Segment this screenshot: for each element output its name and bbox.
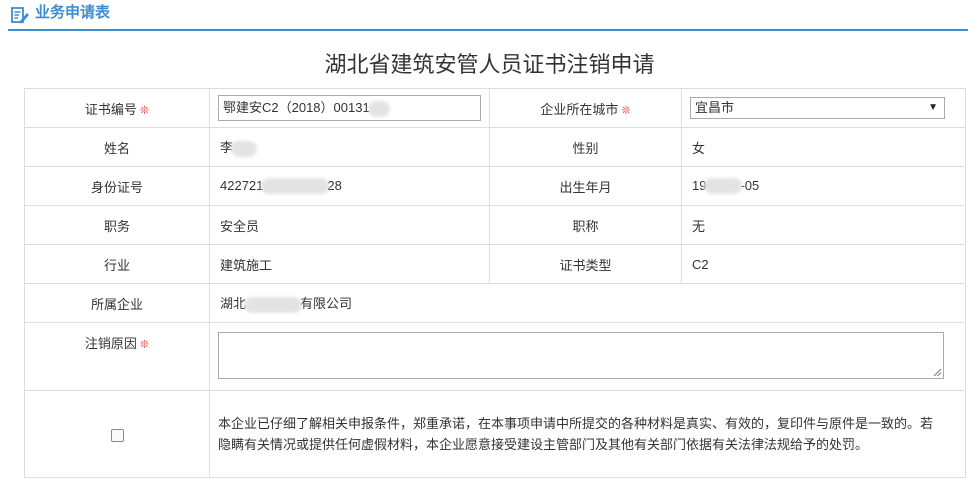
page-header: 业务申请表 — [8, 0, 968, 31]
form-row: 身份证号 422721 28 出生年月 19 -05 — [24, 166, 966, 206]
id-no-label: 身份证号 — [24, 166, 210, 206]
redacted-mask — [244, 296, 303, 313]
form-row: 所属企业 湖北 有限公司 — [24, 283, 966, 323]
name-value: 李 — [209, 127, 490, 167]
cert-type-label: 证书类型 — [489, 244, 682, 284]
company-value: 湖北 有限公司 — [209, 283, 966, 323]
id-no-value: 422721 28 — [209, 166, 490, 206]
gender-label: 性别 — [489, 127, 682, 167]
edit-form-icon — [11, 7, 29, 24]
title-value: 无 — [681, 205, 966, 245]
declaration-checkbox[interactable] — [110, 428, 124, 442]
gender-value: 女 — [681, 127, 966, 167]
resize-grip-icon[interactable] — [933, 368, 942, 377]
city-label: 企业所在城市 ❊ — [489, 88, 682, 128]
declaration-checkbox-cell — [24, 390, 210, 478]
form-row: 注销原因 ❊ — [24, 322, 966, 391]
city-select[interactable]: 宜昌市 ▼ — [690, 97, 945, 119]
form-row: 证书编号 ❊ 鄂建安C2（2018）00131 企业所在城市 ❊ 宜昌市 ▼ — [24, 88, 966, 128]
form-row: 行业 建筑施工 证书类型 C2 — [24, 244, 966, 284]
application-form: 证书编号 ❊ 鄂建安C2（2018）00131 企业所在城市 ❊ 宜昌市 ▼ 姓名 李… — [24, 88, 966, 478]
redacted-mask — [367, 100, 390, 117]
required-mark: ❊ — [139, 339, 150, 351]
cert-no-label: 证书编号 ❊ — [24, 88, 210, 128]
name-label: 姓名 — [24, 127, 210, 167]
reason-cell — [209, 322, 966, 391]
position-label: 职务 — [24, 205, 210, 245]
declaration-text: 本企业已仔细了解相关申报条件，郑重承诺，在本事项申请中所提交的各种材料是真实、有… — [209, 390, 966, 478]
birth-label: 出生年月 — [489, 166, 682, 206]
page-header-title: 业务申请表 — [35, 4, 111, 21]
form-row: 职务 安全员 职称 无 — [24, 205, 966, 245]
title-label: 职称 — [489, 205, 682, 245]
form-row: 本企业已仔细了解相关申报条件，郑重承诺，在本事项申请中所提交的各种材料是真实、有… — [24, 390, 966, 478]
triangle-down-icon: ▼ — [928, 102, 938, 113]
city-cell: 宜昌市 ▼ — [681, 88, 966, 128]
redacted-mask — [704, 178, 743, 195]
industry-label: 行业 — [24, 244, 210, 284]
reason-label: 注销原因 ❊ — [24, 322, 210, 391]
required-mark: ❊ — [139, 104, 150, 117]
birth-value: 19 -05 — [681, 166, 966, 206]
cert-type-value: C2 — [681, 244, 966, 284]
cert-no-cell: 鄂建安C2（2018）00131 — [209, 88, 490, 128]
reason-textarea[interactable] — [218, 331, 944, 379]
required-mark: ❊ — [621, 104, 631, 117]
redacted-mask — [261, 178, 330, 195]
company-label: 所属企业 — [24, 283, 210, 323]
industry-value: 建筑施工 — [209, 244, 490, 284]
position-value: 安全员 — [209, 205, 490, 245]
cert-no-input[interactable]: 鄂建安C2（2018）00131 — [218, 95, 481, 121]
form-row: 姓名 李 性别 女 — [24, 127, 966, 167]
redacted-mask — [231, 140, 258, 157]
form-title: 湖北省建筑安管人员证书注销申请 — [324, 52, 655, 77]
